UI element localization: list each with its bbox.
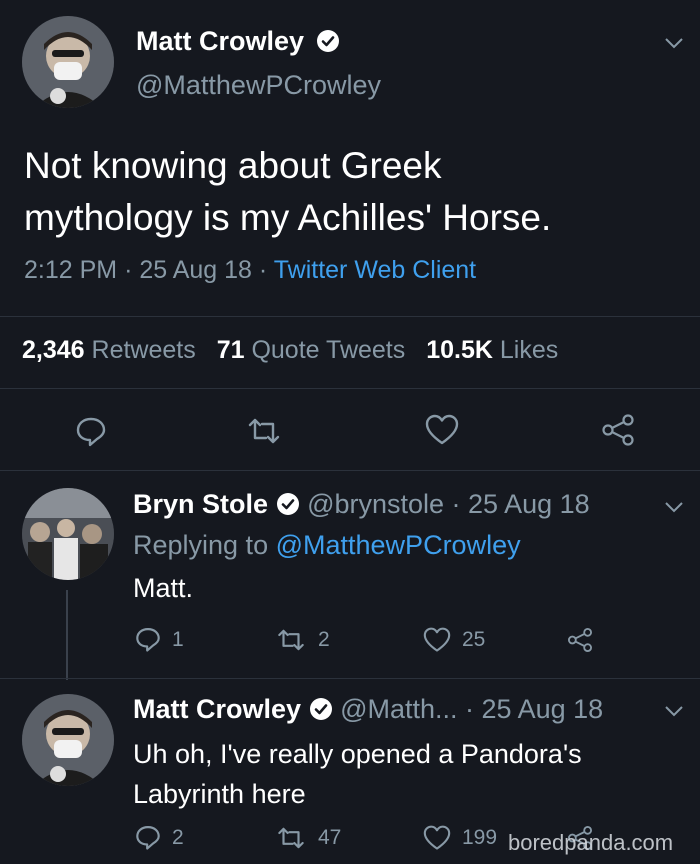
share-icon[interactable] <box>566 627 594 653</box>
tweet-client[interactable]: Twitter Web Client <box>274 256 476 284</box>
replying-to-label: Replying to <box>133 530 269 560</box>
reply-header: Matt Crowley @Matth... · 25 Aug 18 <box>133 694 603 725</box>
avatar-image <box>22 16 114 108</box>
divider <box>0 470 700 471</box>
meta-separator: · <box>124 256 133 284</box>
like-icon[interactable] <box>423 825 451 851</box>
avatar-image <box>22 694 114 786</box>
retweet-count: 2 <box>318 628 330 651</box>
verified-badge-icon <box>309 697 332 720</box>
retweets-count: 2,346 <box>22 336 85 364</box>
divider <box>0 316 700 317</box>
handle[interactable]: @Matth... <box>340 694 457 724</box>
tweet-text: Uh oh, I've really opened a Pandora's La… <box>133 734 582 814</box>
watermark: boredpanda.com <box>508 830 674 855</box>
handle[interactable]: @MatthewPCrowley <box>136 70 381 101</box>
reply-count: 2 <box>172 826 184 849</box>
replying-to-handle[interactable]: @MatthewPCrowley <box>276 530 521 560</box>
tweet-text-line: Uh oh, I've really opened a Pandora's <box>133 739 582 769</box>
chevron-down-icon[interactable] <box>663 500 685 514</box>
avatar[interactable] <box>22 694 114 786</box>
tweet-date: · 25 Aug 18 <box>451 489 590 519</box>
retweet-count: 47 <box>318 826 342 849</box>
tweet-date: 25 Aug 18 <box>139 256 252 284</box>
tweet-stats: 2,346 Retweets 71 Quote Tweets 10.5K Lik… <box>22 336 558 365</box>
retweets-stat[interactable]: 2,346 Retweets <box>22 336 203 364</box>
like-icon[interactable] <box>425 414 459 446</box>
tweet-time: 2:12 PM <box>24 256 118 284</box>
display-name[interactable]: Bryn Stole <box>133 489 268 519</box>
retweet-icon[interactable] <box>276 825 306 851</box>
replying-to: Replying to @MatthewPCrowley <box>133 530 521 561</box>
display-name[interactable]: Matt Crowley <box>136 26 340 57</box>
tweet-text-line: Not knowing about Greek <box>24 145 442 186</box>
reply-icon[interactable] <box>134 625 162 653</box>
handle[interactable]: @brynstole <box>307 489 444 519</box>
quotes-count: 71 <box>216 336 245 364</box>
tweet-text: Matt. <box>133 573 194 603</box>
divider <box>0 388 700 389</box>
retweet-icon[interactable] <box>246 416 282 446</box>
tweet-date: · 25 Aug 18 <box>465 694 604 724</box>
divider <box>0 678 700 679</box>
reply-icon[interactable] <box>134 823 162 851</box>
chevron-down-icon[interactable] <box>663 704 685 718</box>
likes-stat[interactable]: 10.5K Likes <box>426 336 558 364</box>
avatar-image <box>22 488 114 580</box>
likes-count: 10.5K <box>426 336 493 364</box>
like-count: 25 <box>462 628 486 651</box>
display-name-text[interactable]: Matt Crowley <box>136 26 304 56</box>
tweet-text-line: mythology is my Achilles' Horse. <box>24 197 552 238</box>
reply-count: 1 <box>172 628 184 651</box>
tweet-text-line: Labyrinth here <box>133 779 306 809</box>
retweets-label: Retweets <box>91 336 196 364</box>
tweet-text: Not knowing about Greek mythology is my … <box>24 140 684 244</box>
avatar[interactable] <box>22 16 114 108</box>
tweet-meta: 2:12 PM · 25 Aug 18 · Twitter Web Client <box>24 256 476 285</box>
reply-header: Bryn Stole @brynstole · 25 Aug 18 <box>133 489 590 520</box>
like-count: 199 <box>462 826 498 849</box>
verified-badge-icon <box>316 29 339 52</box>
display-name[interactable]: Matt Crowley <box>133 694 301 724</box>
quotes-label: Quote Tweets <box>251 336 406 364</box>
chevron-down-icon[interactable] <box>663 36 685 50</box>
meta-separator: · <box>258 256 268 284</box>
avatar[interactable] <box>22 488 114 580</box>
quotes-stat[interactable]: 71 Quote Tweets <box>217 336 413 364</box>
reply-icon[interactable] <box>74 414 108 448</box>
verified-badge-icon <box>276 492 299 515</box>
thread-connector <box>66 590 68 680</box>
likes-label: Likes <box>499 336 559 364</box>
share-icon[interactable] <box>600 413 636 447</box>
like-icon[interactable] <box>423 627 451 653</box>
retweet-icon[interactable] <box>276 627 306 653</box>
